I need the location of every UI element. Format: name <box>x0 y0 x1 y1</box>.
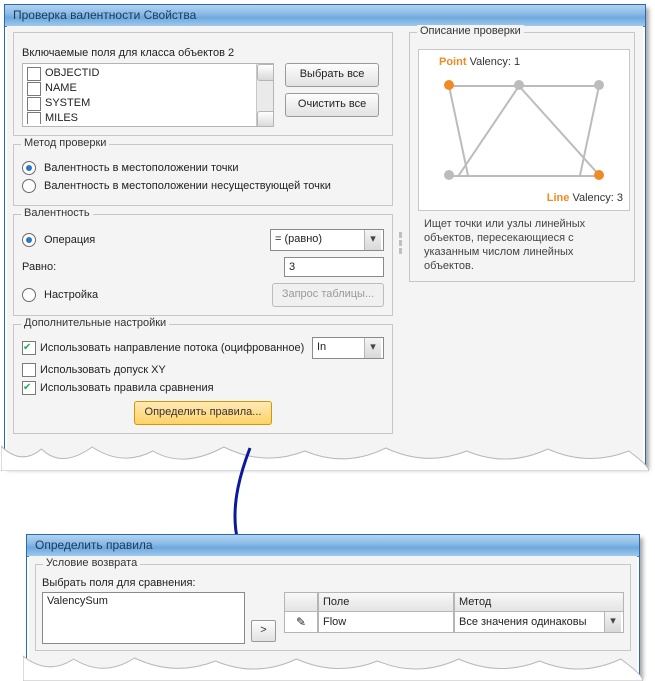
checkbox-icon[interactable] <box>27 82 41 96</box>
checkbox-label: Использовать допуск XY <box>40 364 166 376</box>
compare-fields-list[interactable]: ValencySum <box>42 592 245 644</box>
window-title: Проверка валентности Свойства <box>5 5 645 27</box>
define-rules-button[interactable]: Определить правила... <box>134 401 273 425</box>
properties-valency-check-window: Проверка валентности Свойства Включаемые… <box>4 4 646 466</box>
clear-all-button[interactable]: Очистить все <box>285 93 379 117</box>
checkbox-icon[interactable] <box>27 97 41 111</box>
radio-label: Настройка <box>44 289 98 301</box>
field-label: OBJECTID <box>45 66 99 81</box>
rules-grid: Поле Метод ✎ Flow Все значения одинаковы <box>284 592 624 644</box>
window-body: Включаемые поля для класса объектов 2 OB… <box>7 26 643 463</box>
grid-header-field[interactable]: Поле <box>318 592 454 612</box>
description-title: Описание проверки <box>417 25 524 37</box>
scroll-up-icon[interactable]: ▲ <box>257 64 274 81</box>
radio-label: Валентность в местоположении точки <box>44 162 238 174</box>
radio-icon[interactable] <box>22 179 36 193</box>
row-field-cell[interactable]: Flow <box>318 612 454 633</box>
pick-fields-label: Выбрать поля для сравнения: <box>42 577 624 589</box>
field-label: MILES <box>45 111 78 124</box>
scroll-down-icon[interactable]: ▼ <box>257 111 274 127</box>
method-option-nonexistent[interactable]: Валентность в местоположении несуществую… <box>22 179 384 193</box>
method-group: Метод проверки Валентность в местоположе… <box>13 144 393 206</box>
window-body: Условие возврата Выбрать поля для сравне… <box>29 556 637 673</box>
list-item: NAME <box>25 81 255 96</box>
method-option-point[interactable]: Валентность в местоположении точки <box>22 161 384 175</box>
xy-tolerance-checkbox[interactable]: Использовать допуск XY <box>22 363 384 377</box>
radio-label: Валентность в местоположении несуществую… <box>44 180 331 192</box>
return-condition-title: Условие возврата <box>43 557 140 569</box>
flow-direction-checkbox[interactable]: Использовать направление потока (оцифров… <box>22 341 304 355</box>
checkbox-icon[interactable] <box>22 381 36 395</box>
line-label: Line <box>547 192 570 204</box>
checkbox-icon[interactable] <box>22 363 36 377</box>
method-group-title: Метод проверки <box>21 137 109 149</box>
valency-group-title: Валентность <box>21 207 93 219</box>
return-condition-group: Условие возврата Выбрать поля для сравне… <box>35 564 631 651</box>
point-label: Point <box>439 56 467 68</box>
line-valency-value: Valency: 3 <box>572 192 623 204</box>
checkbox-icon[interactable] <box>27 67 41 81</box>
preview-node-icon <box>444 170 454 180</box>
fields-group-title: Включаемые поля для класса объектов 2 <box>22 47 384 59</box>
define-rules-window: Определить правила Условие возврата Выбр… <box>26 534 640 676</box>
window-title: Определить правила <box>27 535 639 557</box>
preview-graphic: Point Valency: 1 Line Valency: 3 <box>418 49 630 211</box>
field-label: SYSTEM <box>45 96 90 111</box>
move-right-button[interactable]: > <box>251 620 276 642</box>
radio-label: Операция <box>44 234 95 246</box>
row-method-cell[interactable]: Все значения одинаковы <box>454 612 624 633</box>
extra-group: Дополнительные настройки Использовать на… <box>13 324 393 434</box>
row-method-value: Все значения одинаковы <box>459 616 587 628</box>
point-valency-value: Valency: 1 <box>470 56 521 68</box>
grid-header-method[interactable]: Метод <box>454 592 624 612</box>
equals-input[interactable]: 3 <box>284 257 384 277</box>
grid-header-blank <box>284 592 318 612</box>
valency-tuning-radio[interactable]: Настройка <box>22 288 98 302</box>
field-label: NAME <box>45 81 77 96</box>
list-item[interactable]: ValencySum <box>47 595 240 607</box>
list-item: SYSTEM <box>25 96 255 111</box>
left-column: Включаемые поля для класса объектов 2 OB… <box>13 32 393 442</box>
select-value: = (равно) <box>275 233 322 245</box>
select-value: In <box>317 341 326 353</box>
fields-group: Включаемые поля для класса объектов 2 OB… <box>13 32 393 136</box>
flow-direction-select[interactable]: In <box>312 337 384 359</box>
equals-label: Равно: <box>22 261 56 273</box>
table-row[interactable]: ✎ Flow Все значения одинаковы <box>284 612 624 633</box>
description-panel: Описание проверки Point Valency: 1 Line … <box>409 32 635 290</box>
query-table-button: Запрос таблицы... <box>272 283 384 307</box>
edit-row-icon: ✎ <box>284 612 318 633</box>
checkbox-label: Использовать направление потока (оцифров… <box>40 342 304 354</box>
preview-node-icon <box>594 80 604 90</box>
radio-icon[interactable] <box>22 161 36 175</box>
preview-point-orange <box>594 170 604 180</box>
scrollbar[interactable]: ▲ ▼ <box>256 64 273 126</box>
list-item: OBJECTID <box>25 66 255 81</box>
checkbox-label: Использовать правила сравнения <box>40 382 214 394</box>
preview-node-icon <box>514 80 524 90</box>
valency-operation-radio[interactable]: Операция <box>22 233 95 247</box>
list-item: MILES <box>25 111 255 124</box>
radio-icon[interactable] <box>22 288 36 302</box>
splitter[interactable] <box>397 32 403 455</box>
select-all-button[interactable]: Выбрать все <box>285 63 379 87</box>
fields-list[interactable]: OBJECTID NAME SYSTEM MILES ▲ ▼ <box>22 63 274 127</box>
extra-group-title: Дополнительные настройки <box>21 317 169 329</box>
checkbox-icon[interactable] <box>22 341 36 355</box>
valency-group: Валентность Операция = (равно) Равно: 3 … <box>13 214 393 316</box>
compare-rules-checkbox[interactable]: Использовать правила сравнения <box>22 381 384 395</box>
operator-select[interactable]: = (равно) <box>270 229 384 251</box>
preview-point-orange <box>444 80 454 90</box>
description-text: Ищет точки или узлы линейных объектов, п… <box>418 217 626 273</box>
checkbox-icon[interactable] <box>27 112 41 125</box>
radio-icon[interactable] <box>22 233 36 247</box>
description-group: Описание проверки Point Valency: 1 Line … <box>409 32 635 282</box>
